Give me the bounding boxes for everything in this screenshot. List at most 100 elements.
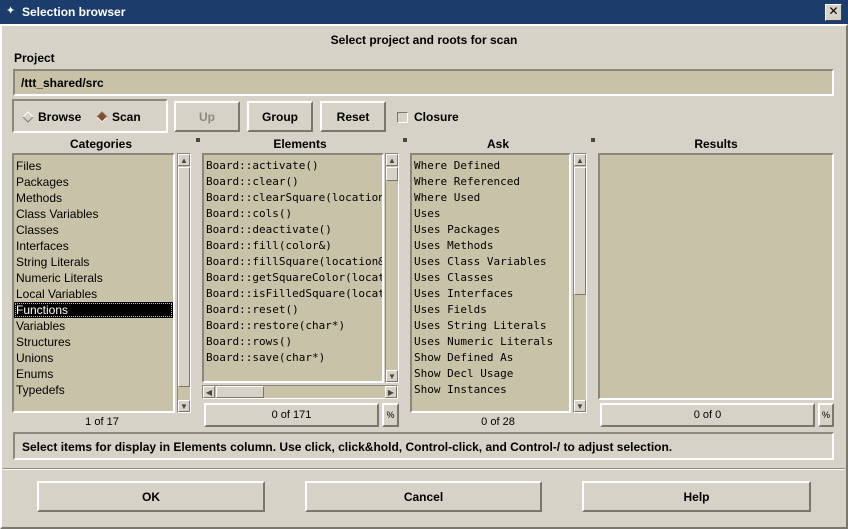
list-item[interactable]: Uses Fields bbox=[412, 302, 569, 318]
title-bar: ✦ Selection browser ✕ bbox=[0, 0, 848, 24]
list-item[interactable]: Where Referenced bbox=[412, 174, 569, 190]
splitter-handle[interactable] bbox=[403, 138, 407, 142]
scroll-down-icon[interactable]: ▼ bbox=[178, 400, 190, 412]
list-item[interactable]: Board::rows() bbox=[204, 334, 382, 350]
list-item[interactable]: Numeric Literals bbox=[14, 270, 173, 286]
scroll-down-icon[interactable]: ▼ bbox=[386, 370, 398, 382]
list-item[interactable]: Packages bbox=[14, 174, 173, 190]
list-item[interactable]: Enums bbox=[14, 366, 173, 382]
cancel-button[interactable]: Cancel bbox=[305, 481, 542, 512]
list-item[interactable]: Uses Classes bbox=[412, 270, 569, 286]
list-item[interactable]: Files bbox=[14, 158, 173, 174]
status-bar: Select items for display in Elements col… bbox=[13, 432, 834, 460]
group-button[interactable]: Group bbox=[247, 101, 313, 132]
list-item[interactable]: Board::isFilledSquare(locatio bbox=[204, 286, 382, 302]
list-item[interactable]: Board::deactivate() bbox=[204, 222, 382, 238]
categories-list[interactable]: Files Packages Methods Class Variables Class… bbox=[12, 153, 175, 413]
scan-radio[interactable]: Scan bbox=[96, 110, 141, 124]
scroll-thumb[interactable] bbox=[178, 167, 190, 387]
list-item[interactable]: Uses bbox=[412, 206, 569, 222]
categories-count: 1 of 17 bbox=[85, 416, 119, 428]
elements-scrollbar[interactable]: ▲ ▼ bbox=[385, 153, 399, 383]
list-item[interactable]: Typedefs bbox=[14, 382, 173, 398]
ask-count: 0 of 28 bbox=[481, 416, 515, 428]
list-item[interactable]: Board::clearSquare(location& bbox=[204, 190, 382, 206]
list-item[interactable]: Uses String Literals bbox=[412, 318, 569, 334]
scroll-up-icon[interactable]: ▲ bbox=[386, 154, 398, 166]
app-icon: ✦ bbox=[6, 5, 16, 17]
list-item[interactable]: Local Variables bbox=[14, 286, 173, 302]
splitter-handle[interactable] bbox=[196, 138, 200, 142]
list-item[interactable]: Show Instances bbox=[412, 382, 569, 398]
project-label: Project bbox=[14, 51, 55, 65]
list-item[interactable]: String Literals bbox=[14, 254, 173, 270]
scroll-thumb[interactable] bbox=[216, 386, 264, 398]
list-item[interactable]: Uses Interfaces bbox=[412, 286, 569, 302]
results-filter-button[interactable]: % bbox=[818, 403, 834, 427]
close-button[interactable]: ✕ bbox=[825, 4, 842, 21]
list-item[interactable]: Board::getSquareColor(locati bbox=[204, 270, 382, 286]
scroll-down-icon[interactable]: ▼ bbox=[574, 400, 586, 412]
list-item[interactable]: Board::clear() bbox=[204, 174, 382, 190]
closure-label: Closure bbox=[414, 110, 459, 124]
list-item[interactable]: Show Defined As bbox=[412, 350, 569, 366]
radio-on-icon bbox=[96, 111, 108, 123]
list-item[interactable]: Variables bbox=[14, 318, 173, 334]
list-item[interactable]: Board::activate() bbox=[204, 158, 382, 174]
reset-button[interactable]: Reset bbox=[320, 101, 386, 132]
footer-separator bbox=[3, 468, 845, 470]
list-item[interactable]: Where Used bbox=[412, 190, 569, 206]
scroll-up-icon[interactable]: ▲ bbox=[178, 154, 190, 166]
list-item[interactable]: Uses Class Variables bbox=[412, 254, 569, 270]
list-item[interactable]: Board::restore(char*) bbox=[204, 318, 382, 334]
list-item[interactable]: Board::cols() bbox=[204, 206, 382, 222]
list-item[interactable]: Functions bbox=[14, 302, 173, 318]
elements-filter-button[interactable]: % bbox=[382, 403, 399, 427]
list-item[interactable]: Show Decl Usage bbox=[412, 366, 569, 382]
close-icon: ✕ bbox=[828, 4, 839, 18]
list-item[interactable]: Board::fillSquare(location&,c bbox=[204, 254, 382, 270]
ask-header: Ask bbox=[486, 137, 509, 151]
scroll-thumb[interactable] bbox=[386, 167, 398, 181]
list-item[interactable]: Unions bbox=[14, 350, 173, 366]
scroll-right-icon[interactable]: ▶ bbox=[385, 386, 397, 398]
list-item[interactable]: Uses Packages bbox=[412, 222, 569, 238]
ok-button[interactable]: OK bbox=[37, 481, 265, 512]
list-item[interactable]: Board::fill(color&) bbox=[204, 238, 382, 254]
elements-hscrollbar[interactable]: ◀ ▶ bbox=[202, 385, 398, 399]
ask-scrollbar[interactable]: ▲ ▼ bbox=[573, 153, 587, 413]
dialog-heading: Select project and roots for scan bbox=[330, 33, 518, 47]
project-path-value: /ttt_shared/src bbox=[21, 76, 104, 90]
results-list[interactable] bbox=[598, 153, 834, 400]
results-header: Results bbox=[694, 137, 738, 151]
list-item[interactable]: Board::save(char*) bbox=[204, 350, 382, 366]
mode-radio-group: Browse Scan bbox=[12, 99, 168, 133]
radio-off-icon bbox=[22, 111, 34, 123]
browse-radio[interactable]: Browse bbox=[22, 110, 82, 124]
scroll-up-icon[interactable]: ▲ bbox=[574, 154, 586, 166]
categories-scrollbar[interactable]: ▲ ▼ bbox=[177, 153, 191, 413]
status-message: Select items for display in Elements col… bbox=[22, 440, 673, 454]
browse-radio-label: Browse bbox=[38, 110, 82, 124]
list-item[interactable]: Where Defined bbox=[412, 158, 569, 174]
help-button[interactable]: Help bbox=[582, 481, 811, 512]
closure-checkbox[interactable]: Closure bbox=[397, 110, 459, 124]
results-count: 0 of 0 bbox=[600, 403, 815, 427]
project-path-field[interactable]: /ttt_shared/src bbox=[13, 69, 834, 96]
list-item[interactable]: Board::reset() bbox=[204, 302, 382, 318]
scroll-thumb[interactable] bbox=[574, 167, 586, 295]
scroll-left-icon[interactable]: ◀ bbox=[203, 386, 215, 398]
elements-list[interactable]: Board::activate() Board::clear() Board::cl… bbox=[202, 153, 384, 383]
list-item[interactable]: Class Variables bbox=[14, 206, 173, 222]
list-item[interactable]: Uses Numeric Literals bbox=[412, 334, 569, 350]
elements-count: 0 of 171 bbox=[204, 403, 379, 427]
splitter-handle[interactable] bbox=[591, 138, 595, 142]
list-item[interactable]: Classes bbox=[14, 222, 173, 238]
list-item[interactable]: Methods bbox=[14, 190, 173, 206]
ask-list[interactable]: Where Defined Where Referenced Where Used U… bbox=[410, 153, 571, 413]
window-title: Selection browser bbox=[22, 5, 126, 19]
list-item[interactable]: Structures bbox=[14, 334, 173, 350]
list-item[interactable]: Interfaces bbox=[14, 238, 173, 254]
up-button[interactable]: Up bbox=[174, 101, 240, 132]
list-item[interactable]: Uses Methods bbox=[412, 238, 569, 254]
